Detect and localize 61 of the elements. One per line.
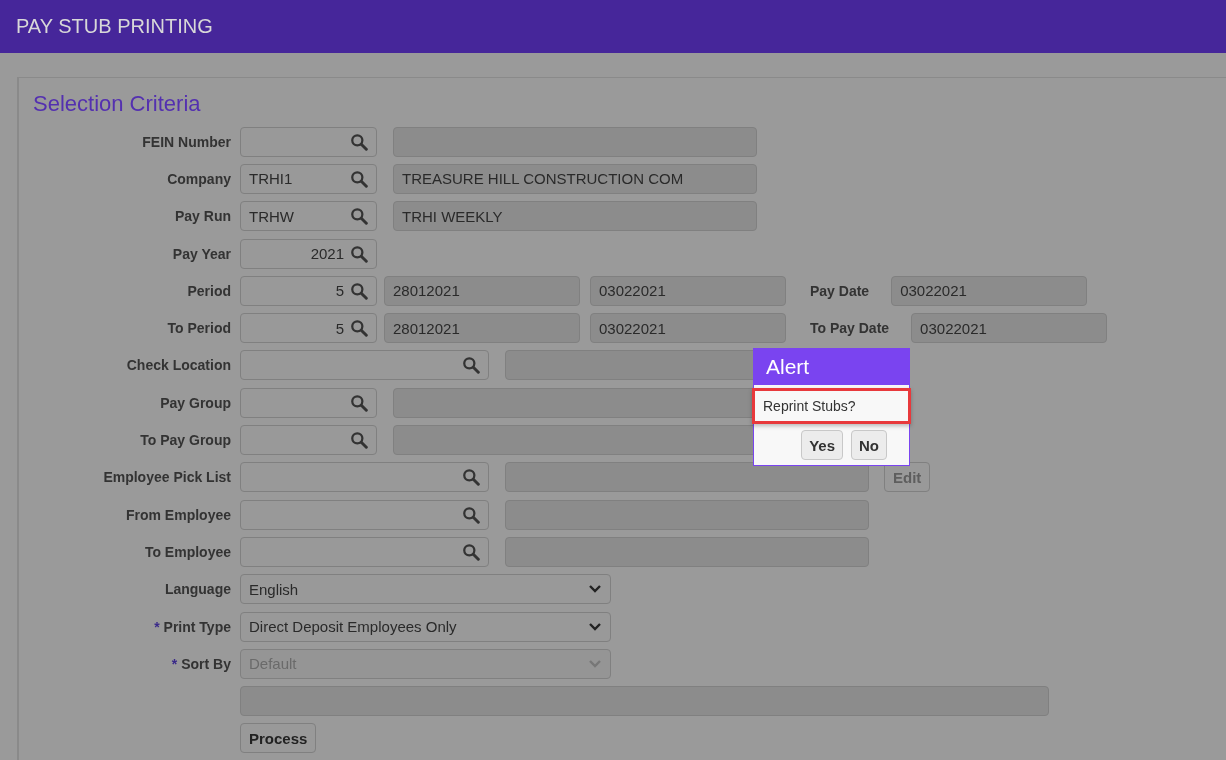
field-label: Pay Year xyxy=(172,245,231,262)
search-icon[interactable] xyxy=(462,356,480,375)
chevron-icon xyxy=(588,658,602,669)
search-icon[interactable] xyxy=(350,281,368,300)
field-label: Pay Group xyxy=(160,394,231,411)
dropdown[interactable]: English xyxy=(240,574,611,605)
page-title: PAY STUB PRINTING xyxy=(16,15,213,38)
chevron-icon xyxy=(588,621,602,632)
field-label: * Sort By xyxy=(171,655,231,672)
search-icon[interactable] xyxy=(462,505,480,524)
field-label: To Pay Date xyxy=(810,320,890,337)
lookup-field[interactable] xyxy=(240,126,377,157)
start-date-field: 28012021 xyxy=(384,275,580,306)
lookup-field[interactable]: 2021 xyxy=(240,238,377,269)
search-icon[interactable] xyxy=(350,319,368,338)
search-icon[interactable] xyxy=(462,468,480,487)
search-icon[interactable] xyxy=(462,542,480,561)
dialog-title: Alert xyxy=(766,355,810,379)
search-icon[interactable] xyxy=(350,431,368,449)
search-icon[interactable] xyxy=(350,393,368,412)
description-field: TRHI WEEKLY xyxy=(393,201,757,232)
end-date-field: 03022021 xyxy=(590,313,786,344)
lookup-field[interactable]: TRHI1 xyxy=(240,163,377,194)
lookup-field[interactable]: 5 xyxy=(240,275,377,306)
lookup-field[interactable] xyxy=(240,499,489,530)
dialog-button[interactable]: No xyxy=(851,430,887,460)
field-label: From Employee xyxy=(125,506,231,523)
lookup-field[interactable] xyxy=(240,536,489,567)
field-label: Language xyxy=(164,581,231,598)
chevron-icon xyxy=(588,584,602,595)
lookup-field[interactable]: TRHW xyxy=(240,201,377,232)
search-icon[interactable] xyxy=(350,244,368,263)
lookup-field[interactable] xyxy=(240,425,377,455)
section-title: Selection Criteria xyxy=(32,90,202,118)
pay-date-field: 03022021 xyxy=(911,313,1108,344)
dialog-button[interactable]: Yes xyxy=(801,430,843,460)
lookup-field[interactable] xyxy=(240,462,489,493)
pay-date-field: 03022021 xyxy=(891,275,1088,306)
start-date-field: 28012021 xyxy=(384,313,580,344)
dropdown[interactable]: Direct Deposit Employees Only xyxy=(240,611,611,642)
lookup-field[interactable]: 5 xyxy=(240,313,377,344)
field-label: Pay Run xyxy=(175,208,231,225)
search-icon[interactable] xyxy=(350,169,368,188)
field-label: Period xyxy=(187,282,231,299)
field-label: To Period xyxy=(167,320,231,337)
field-label: To Employee xyxy=(144,543,231,560)
field-label: Company xyxy=(167,170,231,187)
field-label: To Pay Group xyxy=(140,432,231,448)
description-field: TREASURE HILL CONSTRUCTION COM xyxy=(393,163,757,194)
search-icon[interactable] xyxy=(350,132,368,151)
process-button[interactable]: Process xyxy=(240,723,317,754)
field-label: Check Location xyxy=(126,357,231,374)
field-label: * Print Type xyxy=(154,618,231,635)
search-icon[interactable] xyxy=(350,207,368,226)
field-label: Pay Date xyxy=(810,282,870,299)
field-label: Employee Pick List xyxy=(103,469,231,486)
end-date-field: 03022021 xyxy=(590,275,786,306)
lookup-field[interactable] xyxy=(240,350,489,381)
dialog-message: Reprint Stubs? xyxy=(752,388,911,424)
field-label: FEIN Number xyxy=(142,133,231,150)
lookup-field[interactable] xyxy=(240,387,377,418)
